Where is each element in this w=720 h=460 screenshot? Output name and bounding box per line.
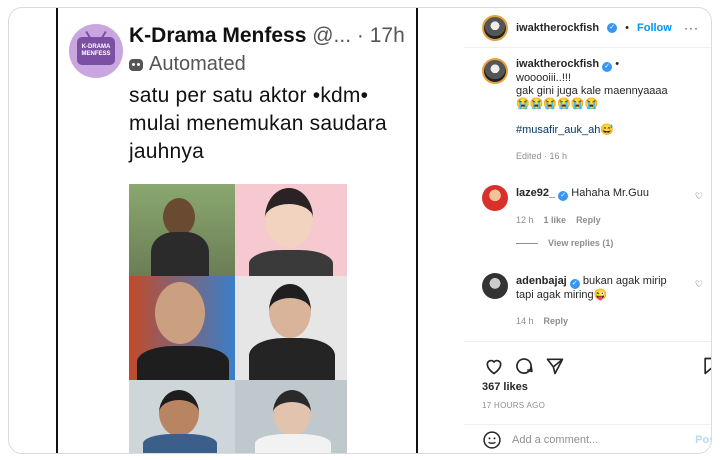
caption: iwaktherockfish ✓ • wooooiii..!!! gak gi…: [482, 58, 707, 161]
photo-1: [129, 184, 235, 276]
reply-button[interactable]: Reply: [576, 215, 601, 225]
automated-text: Automated: [149, 53, 246, 75]
bookmark-icon[interactable]: [701, 356, 712, 376]
tweet-display-name: K-Drama Menfess: [129, 24, 307, 47]
verified-icon: ✓: [558, 191, 569, 201]
commenter-avatar[interactable]: [482, 273, 508, 299]
post-header: iwaktherockfish ✓ • Follow ···: [464, 8, 711, 48]
caption-emojis: 😭😭😭😭😭😭: [516, 98, 599, 110]
tweet-screenshot: K-DRAMA MENFESS K-Drama Menfess @... · 1…: [65, 18, 417, 453]
reply-button[interactable]: Reply: [544, 316, 569, 326]
post-side-panel: iwaktherockfish ✓ • Follow ··· iwakthero…: [464, 8, 712, 453]
comment-like-icon[interactable]: ♡: [695, 191, 703, 202]
bot-icon: [129, 58, 143, 71]
verified-icon: ✓: [569, 279, 580, 289]
caption-separator: •: [615, 58, 620, 70]
photo-4: [235, 276, 347, 380]
emoji-icon[interactable]: [482, 430, 502, 450]
replies-divider: [516, 242, 538, 244]
comment-likes[interactable]: 1 like: [544, 215, 567, 225]
comment-age: 14 h: [516, 316, 534, 326]
verified-icon: ✓: [607, 22, 618, 33]
caption-line-1: wooooiii..!!!: [516, 72, 572, 84]
view-replies-label: View replies (1): [548, 238, 614, 248]
photo-grid: [129, 184, 347, 453]
verified-icon: ✓: [602, 62, 613, 72]
caption-username[interactable]: iwaktherockfish: [516, 58, 599, 70]
follow-button[interactable]: Follow: [637, 22, 672, 34]
caption-avatar[interactable]: [482, 58, 508, 84]
comment-age: 12 h: [516, 215, 534, 225]
caption-meta: Edited · 16 h: [516, 151, 568, 161]
author-avatar[interactable]: [482, 14, 508, 41]
tweet-avatar-text: K-DRAMA MENFESS: [81, 44, 111, 57]
likes-count[interactable]: 367 likes: [482, 381, 528, 393]
comment: adenbajaj ✓ bukan agak mirip tapi agak m…: [482, 273, 707, 326]
comment-username[interactable]: adenbajaj: [516, 275, 567, 287]
comment-input[interactable]: [512, 434, 692, 446]
tweet-time: · 17h: [351, 24, 405, 47]
tweet-avatar: K-DRAMA MENFESS: [69, 24, 123, 78]
instagram-post-window: K-DRAMA MENFESS K-Drama Menfess @... · 1…: [8, 7, 712, 454]
post-timestamp: 17 HOURS AGO: [482, 401, 546, 410]
tv-logo-icon: K-DRAMA MENFESS: [77, 37, 115, 65]
post-comment-button[interactable]: Post: [695, 434, 711, 446]
caption-line-2: gak gini juga kale maennyaaaa: [516, 85, 668, 97]
tweet-handle: @...: [306, 24, 352, 47]
commenter-avatar[interactable]: [482, 185, 508, 211]
photo-5: [129, 380, 235, 453]
comment-username[interactable]: laze92_: [516, 187, 555, 199]
caption-hashtag[interactable]: #musafir_auk_ah😅: [516, 124, 668, 137]
comment-composer: Post: [464, 424, 711, 453]
photo-2: [235, 184, 347, 276]
author-username[interactable]: iwaktherockfish: [516, 22, 599, 34]
header-separator: •: [625, 21, 629, 34]
heart-icon[interactable]: [484, 356, 504, 376]
comment: laze92_ ✓ Hahaha Mr.Guu 12 h1 like Reply …: [482, 185, 707, 225]
tweet-author: K-Drama Menfess @... · 17h: [129, 24, 405, 48]
view-replies-button[interactable]: View replies (1): [516, 238, 613, 248]
comment-text: Hahaha Mr.Guu: [571, 187, 649, 199]
photo-6: [235, 380, 347, 453]
comment-icon[interactable]: [514, 356, 534, 376]
tweet-automated-label: Automated: [129, 53, 246, 76]
share-icon[interactable]: [545, 356, 565, 376]
tweet-text: satu per satu aktor •kdm• mulai menemuka…: [129, 84, 387, 163]
more-options-icon[interactable]: ···: [684, 21, 699, 35]
photo-3: [129, 276, 235, 380]
comment-like-icon[interactable]: ♡: [695, 279, 703, 290]
